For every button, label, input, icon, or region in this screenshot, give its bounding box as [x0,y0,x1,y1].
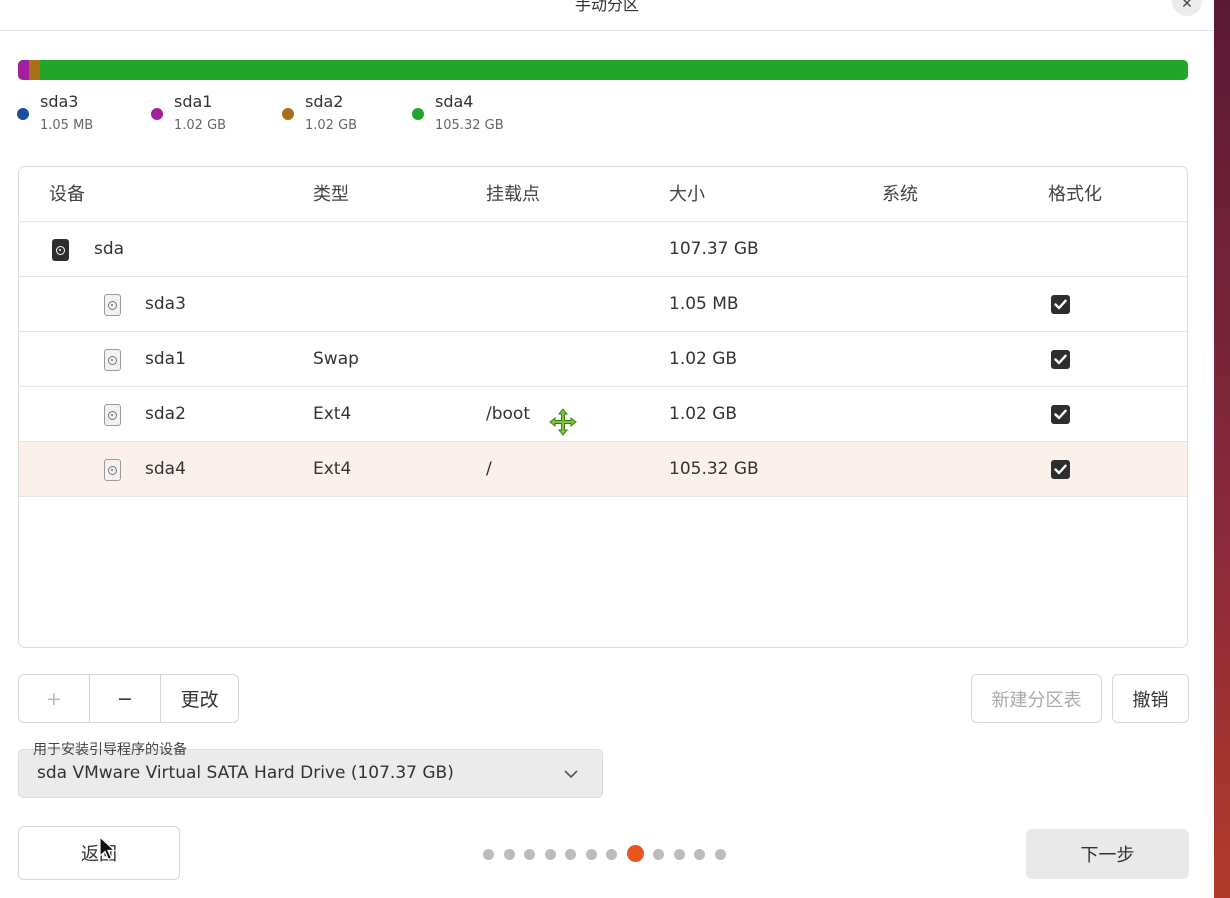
partition-icon [104,459,121,481]
partition-icon [104,404,121,426]
usage-segment-sda4 [40,60,1188,80]
header-type[interactable]: 类型 [313,167,349,222]
table-row[interactable]: sda3 1.05 MB [19,277,1187,332]
legend-name: sda3 [40,92,79,111]
row-device: sda2 [145,404,186,424]
checkmark-icon [1054,299,1067,310]
table-row[interactable]: sda1 Swap 1.02 GB [19,332,1187,387]
legend-name: sda1 [174,92,213,111]
bootloader-device-value: sda VMware Virtual SATA Hard Drive (107.… [37,763,454,783]
row-device: sda3 [145,294,186,314]
step-dot-active [626,845,644,862]
row-type: Ext4 [313,404,352,424]
remove-partition-button[interactable]: − [90,675,162,722]
desktop-background-edge [1214,0,1230,898]
window-titlebar: 手动分区 ✕ [0,0,1214,31]
row-size: 1.02 GB [669,404,738,424]
step-dot [585,849,597,860]
format-checkbox[interactable] [1051,295,1070,314]
legend-dot [282,108,294,120]
partition-table: 设备 类型 挂载点 大小 系统 格式化 sda 107.37 GB sda3 1… [18,166,1188,648]
row-mount: / [486,459,492,479]
step-dot [524,849,535,860]
format-checkbox[interactable] [1051,350,1070,369]
disk-icon [52,239,69,261]
window-title: 手动分区 [574,0,639,14]
usage-segment-sda2 [29,60,41,80]
legend-dot [151,108,163,120]
header-system[interactable]: 系统 [882,167,918,222]
row-type: Swap [313,349,359,369]
legend-size: 1.02 GB [305,118,358,133]
legend-size: 1.02 GB [174,118,227,133]
legend-dot [412,108,424,120]
usage-segment-sda1 [18,60,30,80]
row-size: 105.32 GB [669,459,759,479]
header-mount[interactable]: 挂载点 [486,167,540,222]
step-dot [694,849,705,860]
row-size: 1.02 GB [669,349,738,369]
step-dot [606,849,617,860]
row-device: sda4 [145,459,186,479]
row-device: sda [94,239,125,259]
table-row-selected[interactable]: sda4 Ext4 / 105.32 GB [19,442,1187,497]
legend-size: 1.05 MB [40,118,94,133]
close-icon: ✕ [1181,0,1193,12]
move-cursor-icon [549,408,577,436]
checkmark-icon [1054,354,1067,365]
table-header: 设备 类型 挂载点 大小 系统 格式化 [19,167,1187,222]
step-dot [714,849,726,860]
header-format[interactable]: 格式化 [1048,167,1102,222]
disk-usage-bar [18,60,1188,80]
step-dot [544,849,556,860]
legend-name: sda2 [305,92,344,111]
new-partition-table-button[interactable]: 新建分区表 [971,674,1102,723]
bootloader-device-label: 用于安装引导程序的设备 [33,742,187,758]
legend-dot [17,108,29,120]
row-size: 1.05 MB [669,294,739,314]
partition-toolbar: + − 更改 [18,674,239,723]
row-device: sda1 [145,349,186,369]
chevron-down-icon [564,770,578,779]
row-mount: /boot [486,404,530,424]
revert-button[interactable]: 撤销 [1112,674,1189,723]
legend-size: 105.32 GB [435,118,504,133]
checkmark-icon [1054,409,1067,420]
add-partition-button[interactable]: + [19,675,90,722]
mouse-pointer-icon [99,836,117,861]
step-dot [673,849,685,860]
step-dot [653,849,664,860]
checkmark-icon [1054,464,1067,475]
next-button[interactable]: 下一步 [1026,829,1189,879]
step-dot [503,849,515,860]
table-row[interactable]: sda 107.37 GB [19,222,1187,277]
step-dot [483,849,494,860]
table-row[interactable]: sda2 Ext4 /boot 1.02 GB [19,387,1187,442]
row-size: 107.37 GB [669,239,759,259]
legend-name: sda4 [435,92,474,111]
header-device[interactable]: 设备 [49,167,85,222]
step-dot [565,849,576,860]
row-type: Ext4 [313,459,352,479]
format-checkbox[interactable] [1051,405,1070,424]
change-partition-button[interactable]: 更改 [161,675,238,722]
format-checkbox[interactable] [1051,460,1070,479]
header-size[interactable]: 大小 [669,167,705,222]
partition-icon [104,294,121,316]
partition-icon [104,349,121,371]
